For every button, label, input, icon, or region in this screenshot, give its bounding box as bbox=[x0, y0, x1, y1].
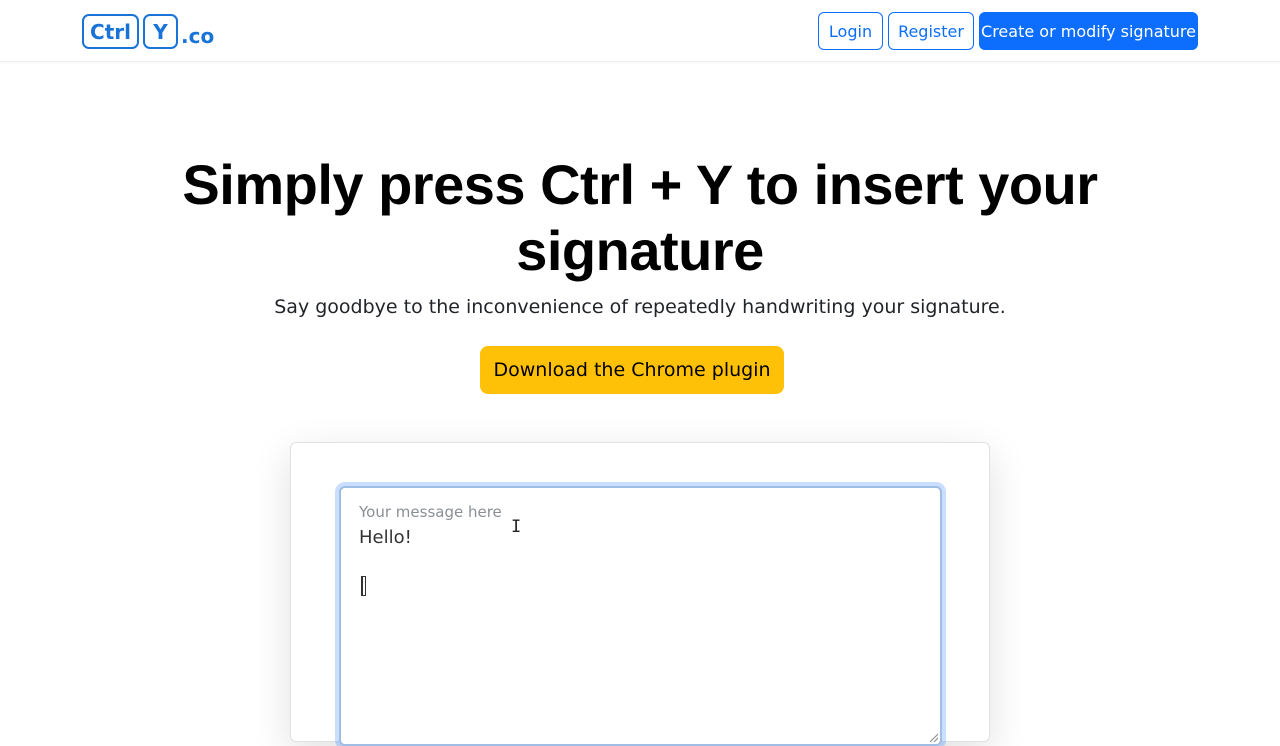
login-button[interactable]: Login bbox=[818, 12, 883, 50]
create-signature-button[interactable]: Create or modify signature bbox=[979, 12, 1198, 50]
text-cursor-icon: I bbox=[511, 517, 522, 537]
hero-subtitle: Say goodbye to the inconvenience of repe… bbox=[274, 296, 1006, 318]
message-textarea[interactable]: Your message here Hello! I bbox=[339, 486, 942, 746]
hero-title: Simply press Ctrl + Y to insert your sig… bbox=[182, 153, 1098, 282]
demo-card: Your message here Hello! I bbox=[290, 442, 990, 746]
download-chrome-plugin-button[interactable]: Download the Chrome plugin bbox=[480, 346, 784, 394]
logo-tld: .co bbox=[181, 24, 215, 48]
textarea-message: Hello! bbox=[359, 527, 412, 548]
textarea-placeholder: Your message here bbox=[359, 503, 502, 521]
header-nav: Login Register Create or modify signatur… bbox=[818, 12, 1198, 50]
site-header: Ctrl Y .co Login Register Create or modi… bbox=[0, 0, 1280, 62]
text-caret bbox=[361, 576, 366, 596]
register-button[interactable]: Register bbox=[888, 12, 974, 50]
resize-grip-icon[interactable] bbox=[928, 732, 938, 742]
logo-key-y: Y bbox=[143, 14, 178, 49]
site-logo[interactable]: Ctrl Y .co bbox=[82, 14, 214, 49]
logo-key-ctrl: Ctrl bbox=[82, 14, 139, 49]
